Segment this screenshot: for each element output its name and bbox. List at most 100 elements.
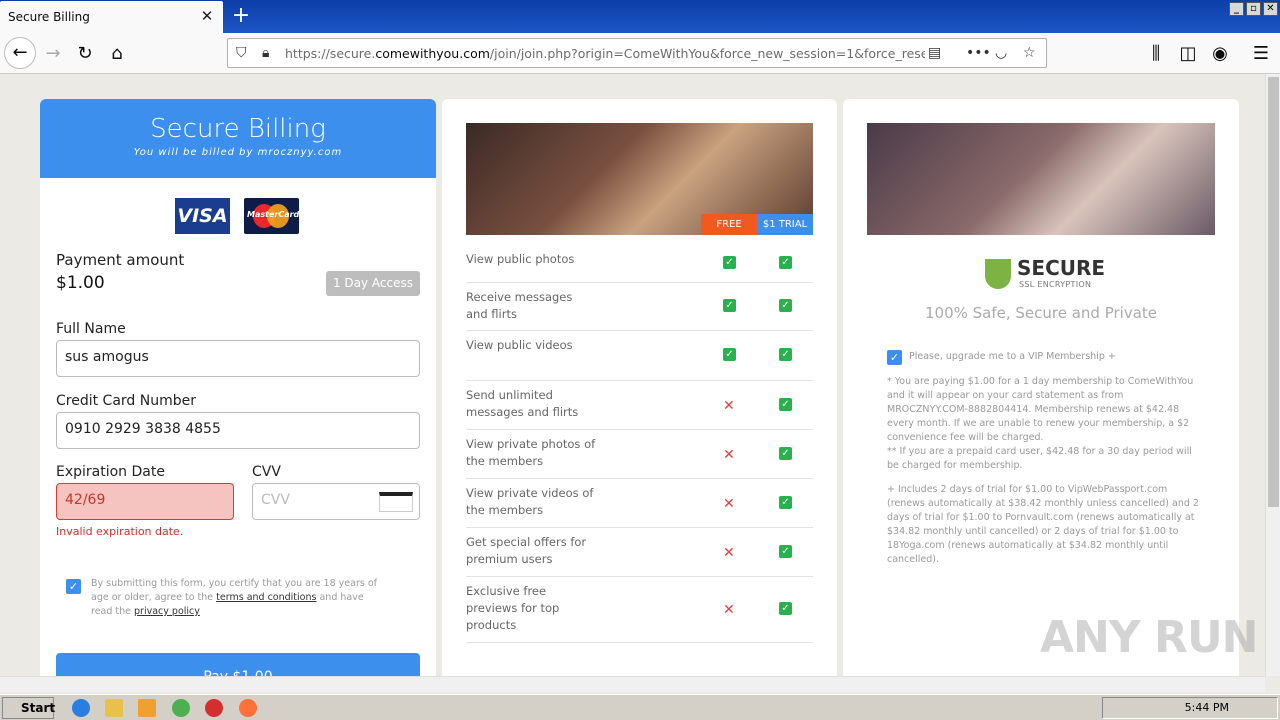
- cross-icon: ✕: [723, 544, 735, 561]
- reload-icon[interactable]: ↻: [70, 39, 100, 69]
- account-icon[interactable]: ◉: [1205, 39, 1235, 69]
- card-cvv-icon: [379, 492, 413, 512]
- feature-text: View public videos: [466, 338, 573, 352]
- secure-title: SECURE: [1017, 256, 1106, 280]
- back-icon[interactable]: ←: [4, 37, 36, 69]
- amount-label: Payment amount: [56, 251, 185, 269]
- pocket-icon[interactable]: ◡: [995, 45, 1007, 61]
- browser-tab[interactable]: Secure Billing ✕: [0, 1, 223, 33]
- opera-icon[interactable]: [205, 699, 223, 717]
- cvv-input[interactable]: CVV: [252, 483, 420, 520]
- feature-row: Exclusive free previews for top products…: [466, 577, 813, 643]
- exp-input[interactable]: 42/69: [56, 483, 234, 520]
- anyrun-watermark: ANY RUN: [1040, 612, 1258, 663]
- billing-title: Secure Billing: [150, 114, 326, 144]
- feature-row: View public videos ✓ ✓: [466, 331, 813, 381]
- ssl-lock-icon: [985, 259, 1011, 289]
- star-icon[interactable]: ☆: [1023, 45, 1036, 61]
- vertical-scrollbar[interactable]: [1265, 74, 1280, 676]
- feature-row: View public photos ✓ ✓: [466, 245, 813, 283]
- fullname-input[interactable]: sus amogus: [56, 340, 420, 377]
- cvv-label: CVV: [252, 464, 281, 480]
- close-window-icon[interactable]: ✕: [1263, 2, 1278, 16]
- check-icon: ✓: [779, 397, 792, 411]
- cross-icon: ✕: [723, 602, 735, 618]
- forward-icon[interactable]: →: [38, 39, 68, 69]
- fullname-label: Full Name: [56, 321, 126, 337]
- check-icon: ✓: [723, 348, 736, 361]
- reader-icon[interactable]: ▤: [928, 45, 941, 61]
- new-tab-icon[interactable]: +: [229, 4, 253, 28]
- url-bar[interactable]: ⛉ 🔒︎ https://secure.comewithyou.com/join…: [227, 38, 1047, 68]
- chrome-icon[interactable]: [172, 699, 190, 717]
- check-icon: ✓: [779, 495, 792, 509]
- note-1: * You are paying $1.00 for a 1 day membe…: [887, 376, 1194, 443]
- terms-checkbox[interactable]: ✓: [66, 579, 81, 594]
- minimize-icon[interactable]: _: [1229, 2, 1244, 16]
- feature-text: View private videos of the members: [466, 486, 594, 517]
- media-icon[interactable]: [138, 699, 156, 717]
- horizontal-scrollbar[interactable]: [0, 676, 1265, 692]
- window-controls: _ ▫ ✕: [1229, 2, 1278, 16]
- nav-bar: ← → ↻ ⌂ ⛉ 🔒︎ https://secure.comewithyou.…: [0, 33, 1280, 74]
- more-icon[interactable]: •••: [966, 45, 991, 61]
- start-button[interactable]: Start: [2, 697, 55, 719]
- firefox-icon[interactable]: [239, 699, 257, 717]
- url-text[interactable]: https://secure.comewithyou.com/join/join…: [285, 46, 925, 61]
- feature-text: Get special offers for premium users: [466, 535, 587, 566]
- lock-icon[interactable]: 🔒︎: [262, 45, 269, 61]
- feature-text: View private photos of the members: [466, 437, 596, 468]
- cc-label: Credit Card Number: [56, 393, 196, 409]
- free-badge: FREE: [701, 214, 757, 235]
- billing-subtitle: You will be billed by mrocznyy.com: [133, 147, 343, 158]
- restore-icon[interactable]: ▫: [1246, 2, 1261, 16]
- library-icon[interactable]: ⫼: [1141, 39, 1171, 69]
- sidebar-icon[interactable]: ◫: [1173, 39, 1203, 69]
- note-2: ** If you are a prepaid card user, $42.4…: [887, 446, 1192, 471]
- ie-icon[interactable]: [72, 699, 90, 717]
- safe-tagline: 100% Safe, Secure and Private: [924, 304, 1158, 322]
- folder-icon[interactable]: [105, 699, 123, 717]
- pay-button[interactable]: Pay $1.00: [56, 653, 420, 676]
- check-icon: ✓: [779, 299, 792, 312]
- trial-badge: $1 TRIAL: [757, 214, 813, 235]
- scroll-thumb[interactable]: [1268, 77, 1279, 507]
- clock: 5:44 PM: [1184, 701, 1229, 714]
- upgrade-checkbox[interactable]: ✓: [887, 350, 902, 365]
- visa-logo: VISA: [175, 198, 230, 234]
- close-tab-icon[interactable]: ✕: [198, 7, 216, 25]
- feature-row: Receive messages and flirts ✓ ✓: [466, 283, 813, 331]
- taskbar: Start 5:44 PM: [0, 694, 1280, 720]
- system-tray: 5:44 PM: [1102, 697, 1278, 719]
- check-icon: ✓: [779, 348, 792, 361]
- security-card: SECURE SSL ENCRYPTION 100% Safe, Secure …: [843, 99, 1239, 676]
- promo-photo-2: [867, 123, 1215, 235]
- feature-row: Send unlimited messages and flirts ✕ ✓: [466, 381, 813, 430]
- check-icon: ✓: [723, 299, 736, 312]
- check-icon: ✓: [779, 544, 792, 558]
- feature-row: View private photos of the members ✕ ✓: [466, 430, 813, 479]
- privacy-link[interactable]: privacy policy: [134, 606, 200, 617]
- note-3: + Includes 2 days of trial for $1.00 to …: [887, 484, 1199, 565]
- upgrade-label: Please, upgrade me to a VIP Membership +: [909, 351, 1116, 362]
- feature-text: Receive messages and flirts: [466, 290, 573, 321]
- cc-input[interactable]: 0910 2929 3838 4855: [56, 412, 420, 449]
- feature-row: View private videos of the members ✕ ✓: [466, 479, 813, 528]
- terms-link[interactable]: terms and conditions: [216, 592, 316, 603]
- check-icon: ✓: [779, 446, 792, 460]
- features-card: FREE $1 TRIAL View public photos ✓ ✓ Receiv…: [442, 99, 837, 676]
- ssl-text: SSL ENCRYPTION: [1019, 280, 1092, 289]
- home-icon[interactable]: ⌂: [102, 39, 132, 69]
- menu-icon[interactable]: ☰: [1246, 39, 1276, 69]
- feature-text: View public photos: [466, 252, 575, 266]
- check-icon: ✓: [723, 256, 736, 269]
- terms-text: By submitting this form, you certify tha…: [91, 578, 377, 617]
- mastercard-logo: MasterCard: [244, 198, 299, 234]
- amount-value: $1.00: [56, 273, 105, 293]
- cross-icon: ✕: [723, 397, 735, 414]
- billing-header: Secure Billing You will be billed by mro…: [40, 99, 436, 178]
- shield-icon[interactable]: ⛉: [236, 45, 247, 61]
- feature-text: Exclusive free previews for top products: [466, 584, 560, 632]
- tab-bar: Secure Billing ✕ + _ ▫ ✕: [0, 0, 1280, 33]
- tab-title: Secure Billing: [8, 10, 90, 24]
